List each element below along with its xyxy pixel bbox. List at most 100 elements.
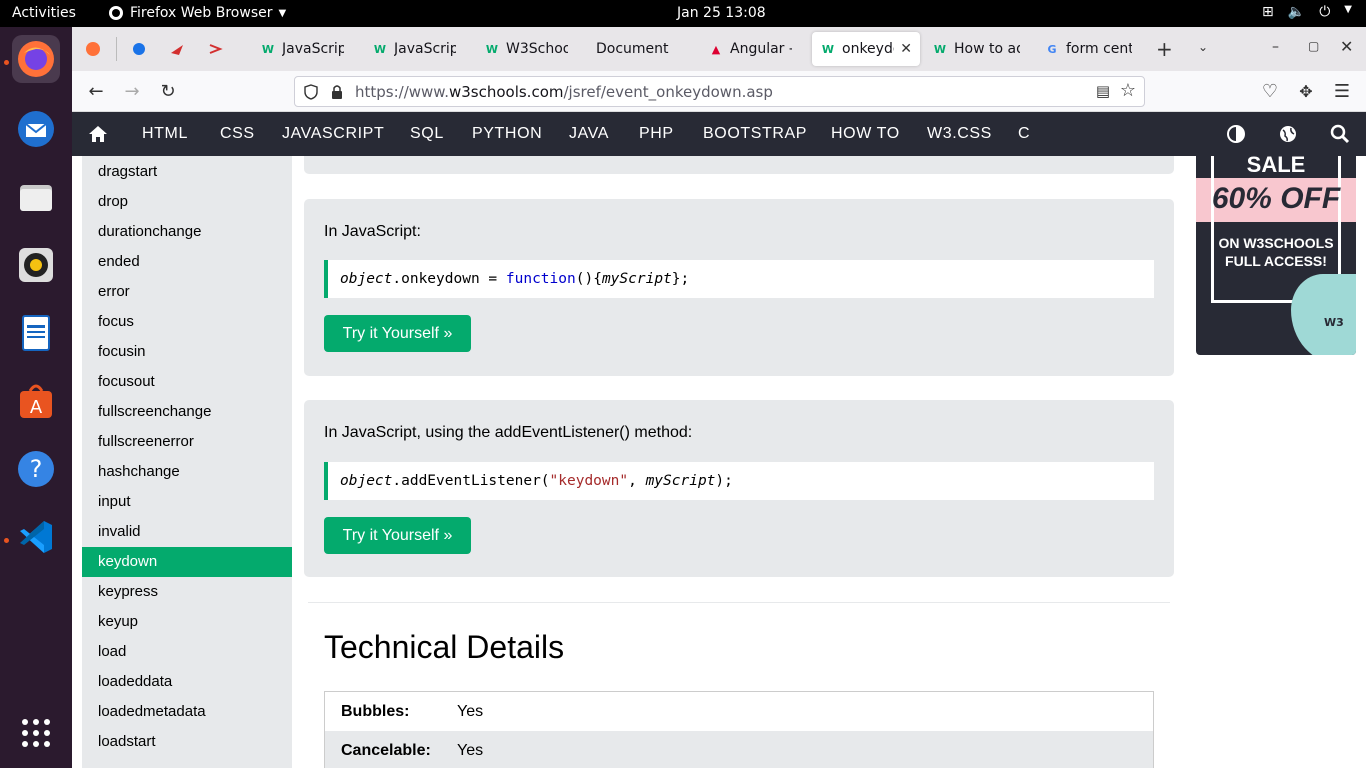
nav-html[interactable]: HTML (142, 125, 188, 143)
forward-button[interactable]: → (122, 81, 142, 102)
clock[interactable]: Jan 25 13:08 (677, 5, 766, 21)
pinned-tab-2[interactable] (168, 40, 186, 58)
sale-advertisement[interactable]: SALE 60% OFF ON W3SCHOOLS FULL ACCESS! W3 (1196, 156, 1356, 355)
sidebar-item-drop[interactable]: drop (82, 187, 292, 217)
extensions-icon[interactable]: ✥ (1296, 81, 1316, 101)
table-value: Yes (457, 741, 484, 759)
tab-angular[interactable]: ▲ Angular - E (700, 32, 800, 66)
software-dock-icon[interactable]: A (12, 377, 60, 425)
nav-w3css[interactable]: W3.CSS (927, 125, 992, 143)
writer-dock-icon[interactable] (12, 309, 60, 357)
nav-c[interactable]: C (1018, 125, 1030, 143)
sidebar-item-input[interactable]: input (82, 487, 292, 517)
pinned-tab-3[interactable] (206, 40, 224, 58)
nav-javascript[interactable]: JAVASCRIPT (282, 125, 384, 143)
tab-javascript-1[interactable]: W JavaScript (252, 32, 352, 66)
dock: A ? (0, 27, 72, 768)
nav-bootstrap[interactable]: BOOTSTRAP (703, 125, 807, 143)
sidebar-item-loadeddata[interactable]: loadeddata (82, 667, 292, 697)
sidebar-item-fullscreenchange[interactable]: fullscreenchange (82, 397, 292, 427)
firefox-icon (18, 41, 54, 77)
w3schools-topnav: HTML CSS JAVASCRIPT SQL PYTHON JAVA PHP … (72, 112, 1366, 156)
vscode-dock-icon[interactable] (12, 513, 60, 561)
nav-sql[interactable]: SQL (410, 125, 444, 143)
tab-list-chevron-icon[interactable]: ⌄ (1198, 40, 1208, 54)
app-menu[interactable]: Firefox Web Browser ▼ (108, 5, 286, 21)
sidebar-item-focusout[interactable]: focusout (82, 367, 292, 397)
shield-icon (304, 84, 318, 100)
try-it-yourself-button[interactable]: Try it Yourself » (324, 315, 471, 352)
rhythmbox-dock-icon[interactable] (12, 241, 60, 289)
maximize-button[interactable]: ▢ (1308, 39, 1319, 53)
sidebar-item-focusin[interactable]: focusin (82, 337, 292, 367)
sidebar-item-invalid[interactable]: invalid (82, 517, 292, 547)
system-tray[interactable]: ⊞ 🔈 ⏻ ▼ (1262, 4, 1352, 20)
panel-title: In JavaScript: (324, 223, 421, 240)
bookmark-star-icon[interactable]: ☆ (1120, 80, 1136, 101)
sidebar-item-loadedmetadata[interactable]: loadedmetadata (82, 697, 292, 727)
dark-mode-icon[interactable] (1226, 124, 1246, 144)
sidebar-item-keypress[interactable]: keypress (82, 577, 292, 607)
table-row: Bubbles: Yes (325, 692, 1153, 731)
nav-how-to[interactable]: HOW TO (831, 125, 900, 143)
help-dock-icon[interactable]: ? (12, 445, 60, 493)
url-path: /jsref/event_onkeydown.asp (563, 83, 773, 101)
sidebar-item-keyup[interactable]: keyup (82, 607, 292, 637)
search-icon[interactable] (1330, 124, 1350, 144)
tab-document[interactable]: Document (588, 32, 688, 66)
show-apps-button[interactable] (12, 709, 60, 757)
globe-icon[interactable] (1278, 124, 1298, 144)
try-it-yourself-button[interactable]: Try it Yourself » (324, 517, 471, 554)
tab-onkeydown-active[interactable]: W onkeydo ✕ (812, 32, 920, 66)
sidebar-item-load[interactable]: load (82, 637, 292, 667)
panel-title: In JavaScript, using the addEventListene… (324, 424, 693, 441)
tab-how-to[interactable]: W How to ad (924, 32, 1028, 66)
home-icon[interactable] (88, 124, 108, 144)
pocket-icon[interactable]: ♡ (1260, 81, 1280, 102)
sidebar-item-dragstart[interactable]: dragstart (82, 157, 292, 187)
sidebar-item-keydown[interactable]: keydown (82, 547, 292, 577)
sidebar-item-loadstart[interactable]: loadstart (82, 727, 292, 757)
nav-python[interactable]: PYTHON (472, 125, 542, 143)
firefox-dock-icon[interactable] (12, 35, 60, 83)
code-keyword: function (505, 271, 576, 287)
tab-w3schools[interactable]: W W3School (476, 32, 576, 66)
minimize-button[interactable]: – (1272, 39, 1279, 55)
nav-java[interactable]: JAVA (569, 125, 609, 143)
menu-icon[interactable]: ☰ (1332, 81, 1352, 102)
sidebar-item-focus[interactable]: focus (82, 307, 292, 337)
code-object: object (340, 271, 393, 287)
app-name: Firefox Web Browser (130, 5, 273, 21)
w3-icon: W (373, 42, 387, 56)
previous-example-panel (304, 156, 1174, 174)
table-row: Cancelable: Yes (325, 731, 1153, 768)
main-content: In JavaScript: object.onkeydown = functi… (292, 156, 1196, 768)
ad-sale-text: SALE (1246, 156, 1306, 177)
pinned-tab-1[interactable] (130, 40, 148, 58)
back-button[interactable]: ← (86, 81, 106, 102)
close-tab-icon[interactable]: ✕ (900, 41, 912, 57)
code-example: object.addEventListener("keydown", myScr… (324, 462, 1154, 500)
sidebar-item-error[interactable]: error (82, 277, 292, 307)
pinned-tab-firefox[interactable] (84, 40, 102, 58)
sidebar-item-durationchange[interactable]: durationchange (82, 217, 292, 247)
firefox-small-icon (109, 6, 123, 20)
sidebar-item-ended[interactable]: ended (82, 247, 292, 277)
nav-php[interactable]: PHP (639, 125, 674, 143)
url-bar[interactable]: https://www.w3schools.com/jsref/event_on… (294, 76, 1145, 107)
svg-text:A: A (30, 397, 43, 418)
tab-form-center[interactable]: G form cente (1036, 32, 1140, 66)
blue-blob-icon (133, 43, 145, 55)
sidebar-item-hashchange[interactable]: hashchange (82, 457, 292, 487)
libreoffice-writer-icon (22, 315, 50, 351)
activities-button[interactable]: Activities (12, 5, 76, 21)
thunderbird-dock-icon[interactable] (12, 105, 60, 153)
new-tab-button[interactable]: + (1156, 37, 1173, 61)
reader-mode-icon[interactable]: ▤ (1096, 82, 1110, 100)
sidebar-item-fullscreenerror[interactable]: fullscreenerror (82, 427, 292, 457)
files-dock-icon[interactable] (12, 173, 60, 221)
close-window-button[interactable]: ✕ (1340, 37, 1353, 56)
tab-javascript-2[interactable]: W JavaScript (364, 32, 464, 66)
nav-css[interactable]: CSS (220, 125, 255, 143)
reload-button[interactable]: ↻ (158, 81, 178, 102)
